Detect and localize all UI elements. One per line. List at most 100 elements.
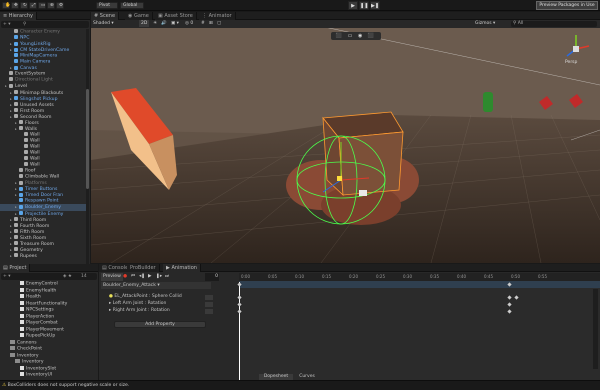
- frame-input[interactable]: 0: [205, 273, 219, 281]
- project-item[interactable]: InventorySlot: [20, 365, 56, 372]
- hierarchy-item-label: Rupees: [20, 253, 37, 259]
- play-anim-button[interactable]: ▶: [148, 273, 152, 281]
- snap-toggle[interactable]: ⊞: [209, 20, 213, 27]
- project-item[interactable]: RupeePickUp: [20, 333, 55, 339]
- tab-scene[interactable]: # Scene: [91, 12, 120, 20]
- clip-dropdown[interactable]: Boulder_Enemy_Attack ▾: [101, 282, 211, 289]
- keyframe[interactable]: [237, 302, 242, 307]
- hierarchy-search[interactable]: + ▾ ⚲: [1, 21, 89, 28]
- gizmos-dropdown[interactable]: Gizmos ▾: [475, 20, 495, 27]
- next-key-button[interactable]: ❚▸: [156, 273, 162, 281]
- center-handle[interactable]: [337, 176, 342, 181]
- keyframe[interactable]: [237, 295, 242, 300]
- animator-icon: ⋮: [202, 13, 207, 19]
- tab-project[interactable]: ▤ Project: [0, 264, 31, 272]
- preview-toggle[interactable]: Preview: [101, 273, 123, 281]
- keyframe[interactable]: [507, 295, 512, 300]
- tab-game[interactable]: ◉ Game: [125, 12, 153, 20]
- project-item[interactable]: PlayerAction: [20, 313, 54, 320]
- shading-dropdown[interactable]: Shaded ▾: [93, 20, 114, 27]
- project-item[interactable]: PlayerMovement: [20, 326, 64, 333]
- lighting-toggle[interactable]: ☀: [153, 20, 157, 27]
- tab-hierarchy[interactable]: ≡ Hierarchy: [0, 12, 37, 20]
- timeline-area[interactable]: 0:00 0:05 0:10 0:15 0:20 0:25 0:30 0:35 0:40 0:45…: [237, 273, 600, 380]
- filter-icon[interactable]: ◈ ★: [63, 273, 72, 280]
- property-value-field[interactable]: [205, 295, 213, 300]
- keyframe[interactable]: [514, 295, 519, 300]
- add-property-button[interactable]: Add Property: [114, 321, 206, 328]
- hidden-objects-icon[interactable]: ◎ 0: [185, 20, 193, 27]
- transform-tool-button[interactable]: ⊕: [47, 2, 55, 9]
- ruler-tick-label: 0:05: [268, 274, 277, 279]
- keyframe[interactable]: [507, 302, 512, 307]
- tab-animator[interactable]: ⋮ Animator: [199, 12, 236, 20]
- project-item[interactable]: Cannons: [10, 339, 37, 346]
- persp-label[interactable]: Persp: [565, 60, 577, 65]
- status-message[interactable]: BoxColliders does not support negative s…: [8, 383, 130, 388]
- pause-button[interactable]: ❚❚: [359, 1, 369, 10]
- camera-settings[interactable]: ▢: [217, 20, 221, 27]
- scene-render[interactable]: [91, 20, 600, 263]
- record-button[interactable]: ●: [123, 273, 127, 281]
- tab-animation[interactable]: ▶ Animation: [163, 264, 201, 272]
- scale-tool-button[interactable]: ⤢: [29, 2, 37, 9]
- hidden-count: 14: [81, 274, 87, 279]
- effects-dropdown[interactable]: ▣ ▾: [171, 20, 179, 27]
- keyframe[interactable]: [237, 309, 242, 314]
- preview-packages-button[interactable]: Preview Packages in Use: [536, 1, 598, 10]
- custom-tool-button[interactable]: ⚙: [56, 2, 64, 9]
- gamepad-icon: ◉: [128, 13, 133, 19]
- keyframe-summary-row[interactable]: [239, 281, 600, 288]
- gameobject-icon: [14, 253, 18, 258]
- property-value-field[interactable]: [205, 302, 213, 307]
- project-item[interactable]: Inventory: [10, 352, 39, 359]
- timeline-scrollbar[interactable]: [593, 289, 598, 369]
- scene-viewport[interactable]: Shaded ▾ 2D ☀ 🔊 ▣ ▾ ◎ 0 # ⊞ ▢ Gizmos ▾ ⚲…: [91, 20, 600, 263]
- step-button[interactable]: ▶❚: [370, 1, 380, 10]
- timeline-ruler[interactable]: 0:00 0:05 0:10 0:15 0:20 0:25 0:30 0:35 0:40 0:45…: [239, 273, 600, 281]
- orientation-gizmo[interactable]: Persp: [559, 32, 593, 68]
- property-row[interactable]: ▸ Left Arm Joint : Rotation: [109, 301, 166, 307]
- pivot-toggle[interactable]: Pivot: [96, 2, 118, 9]
- warning-icon: ⚠: [2, 383, 7, 388]
- project-item[interactable]: HeartFunctionality: [20, 300, 67, 307]
- project-item[interactable]: PlayerCombat: [20, 320, 58, 326]
- scene-search-input[interactable]: ⚲ All: [511, 21, 597, 27]
- project-search[interactable]: + ▾ ◈ ★ 14: [1, 273, 97, 280]
- last-key-button[interactable]: ⏭: [165, 273, 169, 281]
- first-key-button[interactable]: ⏮: [131, 273, 135, 281]
- hierarchy-scrollbar[interactable]: [86, 29, 89, 264]
- project-item[interactable]: Health: [20, 294, 41, 300]
- move-tool-button[interactable]: ✥: [11, 2, 19, 9]
- project-item[interactable]: EnemyControl: [20, 281, 58, 287]
- project-item[interactable]: InventoryUI: [20, 372, 52, 378]
- project-item[interactable]: CheckPoint: [10, 346, 42, 352]
- hierarchy-scroll-thumb[interactable]: [86, 89, 89, 189]
- component-tools[interactable]: ⬛ ▭ ◉ ⬛: [331, 32, 381, 40]
- folder-icon: [10, 346, 15, 350]
- prefab-icon: [14, 65, 18, 70]
- plus-icon[interactable]: + ▾: [1, 22, 10, 27]
- grid-toggle[interactable]: #: [201, 20, 205, 27]
- tab-probuilder[interactable]: ProBuilder: [127, 264, 160, 272]
- gameobject-icon: [24, 143, 28, 148]
- project-item[interactable]: NPCSettings: [20, 307, 54, 313]
- audio-toggle[interactable]: 🔊: [161, 20, 167, 27]
- tab-asset-store[interactable]: ▣ Asset Store: [155, 12, 197, 20]
- rect-tool-button[interactable]: ▭: [38, 2, 46, 9]
- plus-icon[interactable]: + ▾: [3, 274, 10, 279]
- hand-tool-button[interactable]: ✋: [2, 2, 11, 9]
- keyframe[interactable]: [507, 309, 512, 314]
- project-item-label: RupeePickUp: [26, 333, 56, 339]
- property-row[interactable]: ▸ Right Arm Joint : Rotation: [109, 308, 170, 314]
- property-row[interactable]: ● EL_AttackPoint : Sphere Collid: [109, 294, 182, 300]
- 2d-toggle[interactable]: 2D: [139, 20, 150, 27]
- prev-key-button[interactable]: ◂❚: [139, 273, 145, 281]
- project-item[interactable]: Inventory: [15, 359, 44, 365]
- rotate-tool-button[interactable]: ↻: [20, 2, 28, 9]
- project-item[interactable]: EnemyHealth: [20, 287, 56, 294]
- property-value-field[interactable]: [205, 309, 213, 314]
- global-toggle[interactable]: Global: [120, 2, 144, 9]
- play-button[interactable]: ▶: [348, 1, 358, 10]
- hierarchy-item[interactable]: ▸ Rupees: [0, 253, 86, 260]
